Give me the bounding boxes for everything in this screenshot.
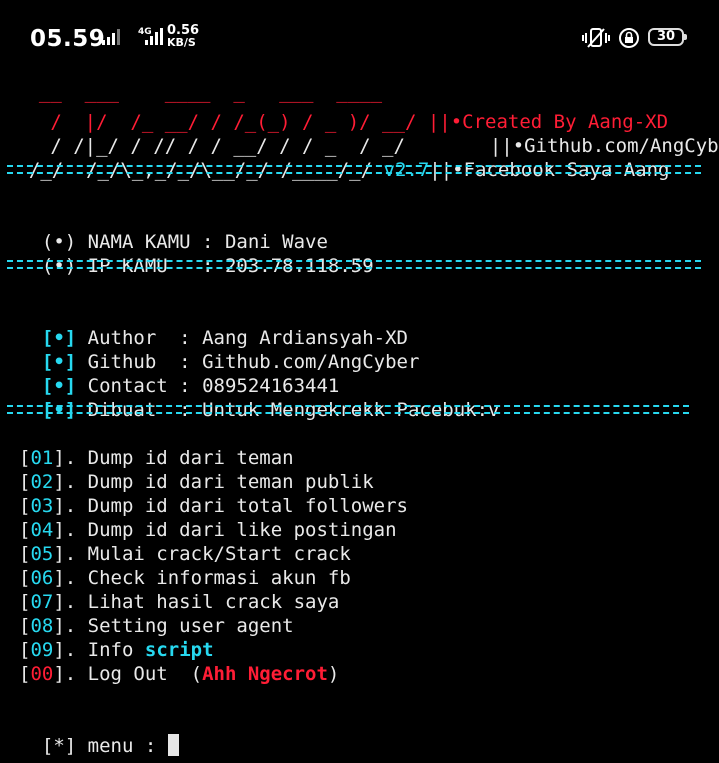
menu-item-00-highlight: Ahh Ngecrot: [202, 663, 328, 685]
mute-vibrate-icon: [582, 27, 610, 53]
menu-item-02[interactable]: [02]. Dump id dari teman publik: [19, 470, 374, 494]
rotation-lock-icon: [617, 27, 641, 53]
menu-item-08[interactable]: [08]. Setting user agent: [19, 614, 294, 638]
menu-item-04[interactable]: [04]. Dump id dari like postingan: [19, 518, 397, 542]
status-bar: 05.59 4G 0.56 KB/S 30: [0, 0, 719, 78]
menu-prompt[interactable]: [*] menu :: [19, 710, 179, 758]
text-cursor[interactable]: [167, 734, 179, 756]
clock: 05.59: [30, 26, 106, 52]
prompt-label: [*] menu :: [41, 735, 168, 757]
divider: [7, 260, 701, 269]
battery-icon: 30: [648, 28, 687, 46]
menu-item-00[interactable]: [00]. Log Out (Ahh Ngecrot): [19, 662, 339, 686]
signal-icon: [102, 26, 124, 46]
network-speed: 0.56 KB/S: [167, 23, 200, 49]
info-row-dibuat: [•] Dibuat : Untuk Mengekrekk Pacebuk:v: [19, 374, 500, 422]
user-ip-row: (•) IP KAMU : 203.78.118.59: [19, 230, 374, 278]
menu-item-09-highlight: script: [144, 639, 214, 661]
signal-4g-icon: [140, 26, 164, 46]
menu-item-06[interactable]: [06]. Check informasi akun fb: [19, 566, 351, 590]
menu-item-09[interactable]: [09]. Info script: [19, 638, 214, 662]
menu-item-07[interactable]: [07]. Lihat hasil crack saya: [19, 590, 339, 614]
divider: [7, 165, 701, 174]
banner-row-3: /_/ /_/\_,_/_/\__/_/ /____/_/ v2.7||•Fac…: [6, 134, 670, 182]
menu-item-01[interactable]: [01]. Dump id dari teman: [19, 446, 294, 470]
divider: [7, 405, 689, 414]
menu-item-05[interactable]: [05]. Mulai crack/Start crack: [19, 542, 351, 566]
menu-item-03[interactable]: [03]. Dump id dari total followers: [19, 494, 408, 518]
